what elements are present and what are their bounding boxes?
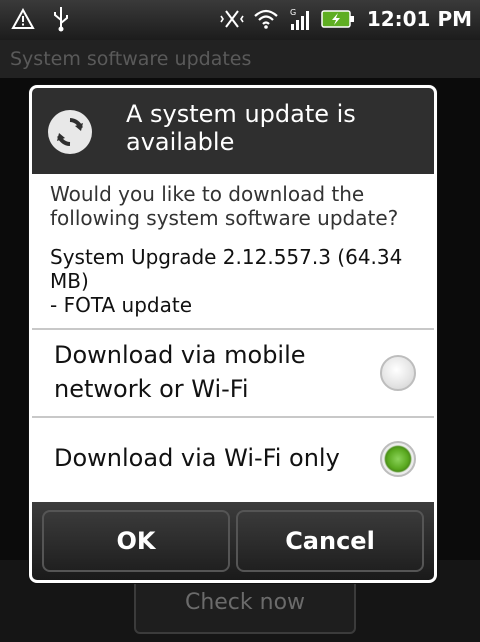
status-time: 12:01 PM: [366, 7, 472, 31]
radio-mobile-or-wifi[interactable]: [380, 355, 416, 391]
warning-icon: [10, 6, 36, 32]
app-title: System software updates: [0, 40, 480, 78]
dialog-button-bar: OK Cancel: [32, 502, 434, 580]
dialog-message: Would you like to download the following…: [50, 182, 399, 230]
update-type: - FOTA update: [50, 293, 192, 317]
update-version: System Upgrade 2.12.557.3 (64.34 MB): [50, 245, 403, 293]
cancel-button[interactable]: Cancel: [236, 510, 424, 572]
svg-text:G: G: [290, 8, 296, 17]
option-wifi-only[interactable]: Download via Wi-Fi only: [32, 418, 434, 502]
usb-icon: [48, 6, 74, 32]
ok-button[interactable]: OK: [42, 510, 230, 572]
dialog-header: A system update is available: [32, 88, 434, 174]
status-right-icons: G 12:01 PM: [219, 6, 472, 32]
status-left-icons: [10, 6, 74, 32]
option-mobile-or-wifi-label: Download via mobile network or Wi-Fi: [54, 341, 306, 403]
option-mobile-or-wifi[interactable]: Download via mobile network or Wi-Fi: [32, 330, 434, 416]
option-wifi-only-label: Download via Wi-Fi only: [54, 444, 340, 472]
wifi-icon: [253, 6, 279, 32]
battery-icon: [321, 6, 355, 32]
radio-wifi-only[interactable]: [380, 441, 416, 477]
vibrate-icon: [219, 6, 245, 32]
sync-icon: [48, 110, 92, 154]
status-bar: G 12:01 PM: [0, 0, 480, 40]
update-details: System Upgrade 2.12.557.3 (64.34 MB) - F…: [50, 245, 422, 317]
update-dialog: A system update is available Would you l…: [29, 85, 437, 583]
signal-icon: G: [287, 6, 313, 32]
dialog-title: A system update is available: [126, 100, 356, 156]
